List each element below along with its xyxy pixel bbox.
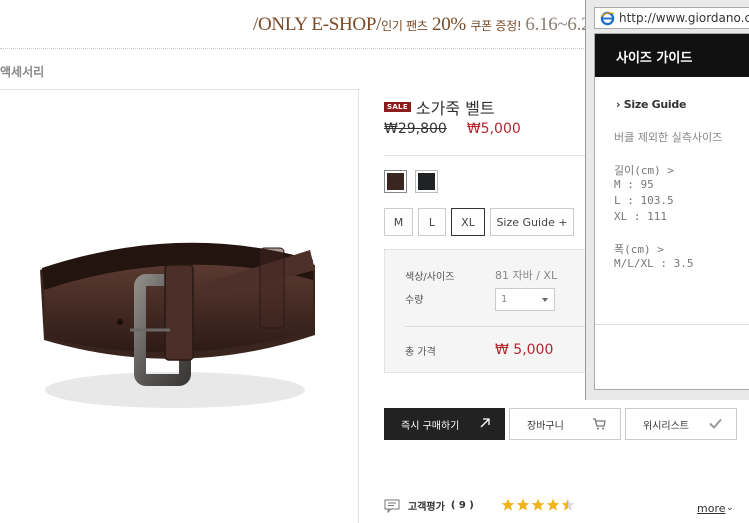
product-title-row: SALE 소가죽 벨트 — [384, 95, 495, 119]
width-all: M/L/XL : 3.5 — [614, 257, 694, 270]
browser-icon — [600, 11, 615, 26]
swatch-brown-fill — [387, 173, 404, 190]
reviews-count: ( 9 ) — [450, 500, 474, 511]
wishlist-label: 위시리스트 — [643, 420, 689, 432]
chevron-down-icon[interactable]: ⌄ — [726, 503, 734, 513]
width-heading: 폭(cm) > — [614, 243, 664, 256]
option-summary: 색상/사이즈 81 자바 / XL 수량 1 총 가격 ₩ 5,000 — [384, 249, 595, 373]
category-divider — [0, 89, 360, 90]
wishlist-button[interactable]: 위시리스트 — [625, 408, 737, 440]
size-guide-heading: › Size Guide — [616, 98, 687, 111]
buy-now-label: 즉시 구매하기 — [401, 420, 460, 432]
category-label[interactable]: 액세서리 — [0, 63, 44, 80]
popup-content: 사이즈 가이드 › Size Guide 버클 제외한 실측사이즈 길이(cm)… — [594, 33, 749, 390]
quantity-label: 수량 — [405, 295, 424, 306]
swatch-black-fill — [418, 173, 435, 190]
reviews-more-link[interactable]: more — [697, 502, 726, 515]
size-guide-popup: http://www.giordano.co 사이즈 가이드 › Size Gu… — [585, 0, 749, 400]
cart-icon — [593, 418, 606, 430]
comment-icon — [384, 499, 400, 513]
promo-coupon: 쿠폰 증정! — [470, 19, 522, 33]
star-icon — [516, 498, 530, 511]
url-text: http://www.giordano.co — [619, 11, 749, 25]
star-rating — [501, 498, 575, 512]
quantity-value: 1 — [501, 294, 508, 305]
length-heading: 길이(cm) > — [614, 164, 674, 177]
buy-now-button[interactable]: 즉시 구매하기 — [384, 408, 505, 440]
cart-label: 장바구니 — [527, 420, 564, 432]
reviews-row: 고객평가 ( 9 ) — [384, 498, 474, 513]
total-price-label: 총 가격 — [405, 347, 436, 358]
length-xl: XL : 111 — [614, 210, 667, 223]
star-icon — [561, 498, 575, 511]
promo-shop: /ONLY E-SHOP/ — [253, 14, 382, 35]
star-icon — [501, 498, 515, 511]
quantity-select[interactable]: 1 — [495, 288, 555, 311]
promo-percent: 20% — [427, 14, 471, 35]
length-m: M : 95 — [614, 178, 654, 191]
price-divider — [384, 155, 589, 156]
size-guide-button[interactable]: Size Guide + — [490, 208, 574, 236]
promo-pants: 인기 팬츠 — [381, 19, 428, 33]
length-l: L : 103.5 — [614, 194, 674, 207]
reviews-label: 고객평가 — [408, 502, 445, 513]
original-price: ₩29,800 — [384, 121, 447, 137]
add-to-cart-button[interactable]: 장바구니 — [509, 408, 621, 440]
sale-badge: SALE — [384, 102, 411, 112]
total-price-value: ₩ 5,000 — [495, 342, 554, 358]
size-m-button[interactable]: M — [384, 208, 413, 236]
color-size-label: 색상/사이즈 — [405, 272, 455, 283]
star-icon — [531, 498, 545, 511]
size-l-button[interactable]: L — [418, 208, 446, 236]
column-divider — [358, 89, 359, 523]
promo-divider — [0, 48, 590, 49]
popup-title: 사이즈 가이드 — [595, 34, 749, 77]
arrow-up-right-icon — [480, 418, 490, 428]
size-xl-button[interactable]: XL — [451, 208, 485, 236]
star-icon — [546, 498, 560, 511]
promo-text[interactable]: /ONLY E-SHOP/인기 팬츠 20% 쿠폰 증정! 6.16~6.22 — [253, 14, 600, 36]
product-image — [40, 242, 315, 408]
address-bar[interactable]: http://www.giordano.co — [594, 7, 749, 29]
sale-price: ₩5,000 — [466, 121, 521, 137]
price-row: ₩29,800 ₩5,000 — [384, 121, 521, 137]
color-swatch-brown[interactable] — [384, 170, 407, 193]
product-title: 소가죽 벨트 — [415, 99, 495, 118]
option-divider — [405, 326, 595, 327]
color-swatch-black[interactable] — [415, 170, 438, 193]
check-icon — [709, 418, 722, 429]
chevron-down-icon — [542, 298, 548, 302]
popup-divider — [595, 324, 749, 325]
measure-note: 버클 제외한 실측사이즈 — [614, 131, 723, 144]
color-size-value: 81 자바 / XL — [495, 269, 558, 282]
